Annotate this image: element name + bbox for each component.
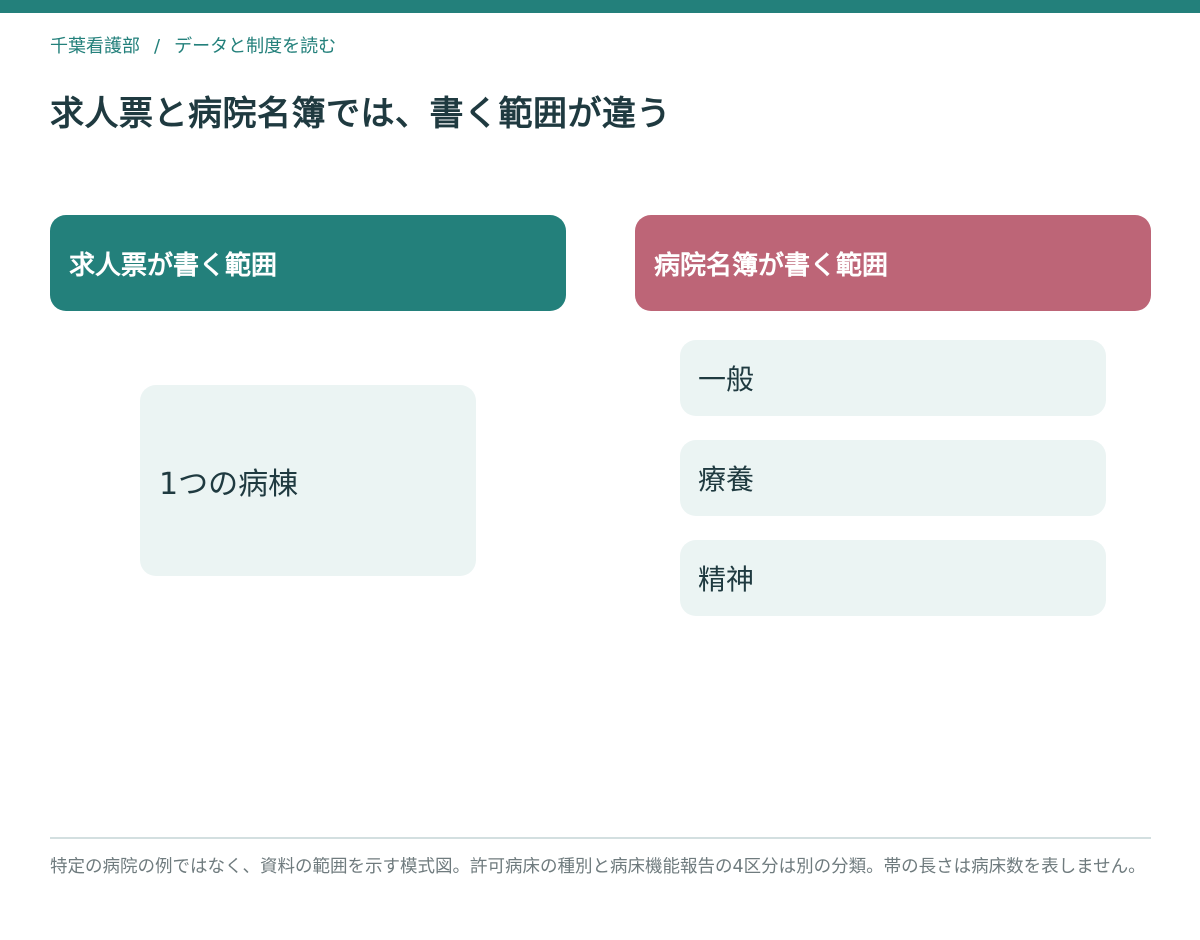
breadcrumb-site-link[interactable]: 千葉看護部	[50, 36, 140, 57]
single-ward-box: 1つの病棟	[140, 385, 476, 576]
page-title: 求人票と病院名簿では、書く範囲が違う	[50, 94, 671, 134]
top-accent-bar	[0, 0, 1200, 13]
footnote-divider	[50, 837, 1151, 839]
breadcrumb-section-link[interactable]: データと制度を読む	[174, 36, 336, 57]
breadcrumb-separator: /	[154, 36, 161, 57]
category-general-box: 一般	[680, 340, 1106, 416]
category-long-term-care-box: 療養	[680, 440, 1106, 516]
hospital-registry-scope-header: 病院名簿が書く範囲	[635, 215, 1151, 311]
breadcrumb: 千葉看護部 / データと制度を読む	[50, 32, 336, 58]
footnote: 特定の病院の例ではなく、資料の範囲を示す模式図。許可病床の種別と病床機能報告の4…	[50, 857, 1146, 877]
category-psychiatric-box: 精神	[680, 540, 1106, 616]
job-posting-scope-header: 求人票が書く範囲	[50, 215, 566, 311]
